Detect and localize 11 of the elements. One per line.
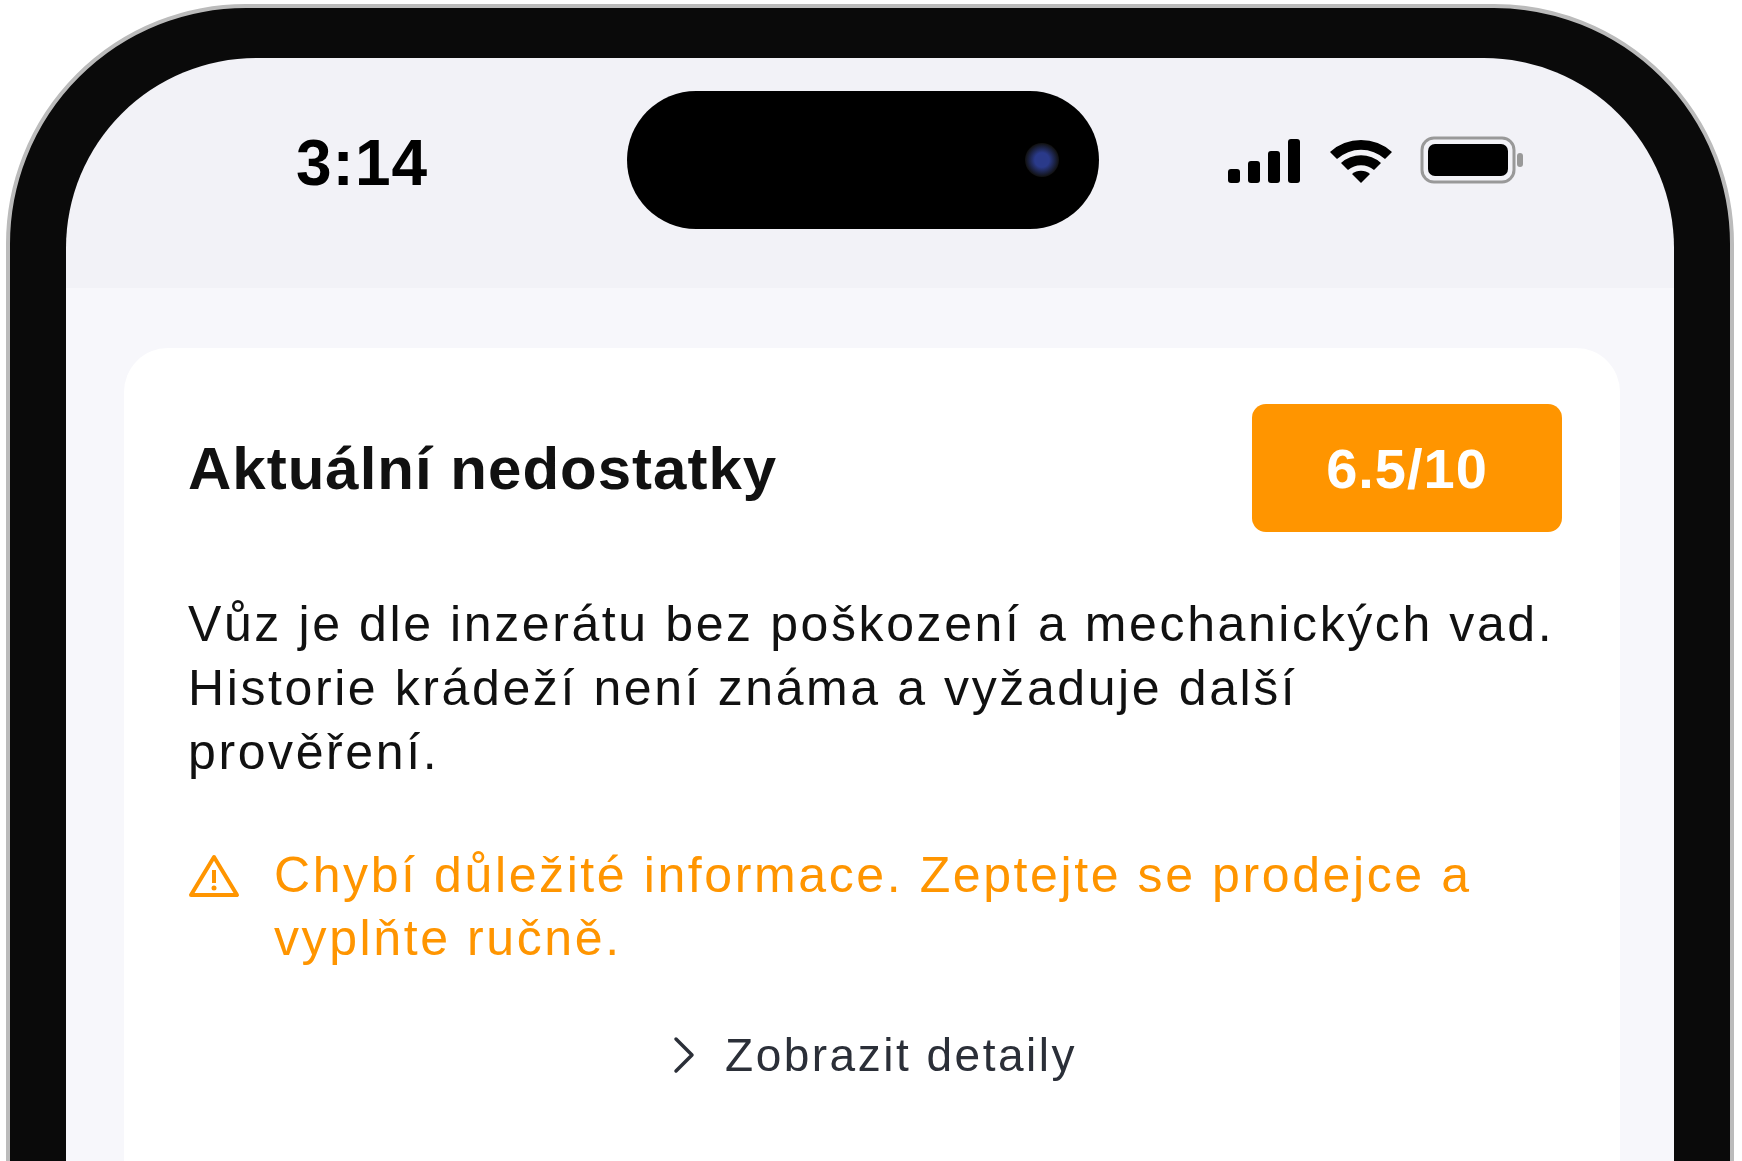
warning-text: Chybí důležité informace. Zeptejte se prodejce a vyplňte ručně.	[274, 846, 1473, 968]
signal-icon	[1228, 137, 1302, 183]
details-link[interactable]: Zobrazit detaily	[673, 1028, 1077, 1082]
warning-icon	[188, 854, 240, 898]
chevron-icon	[673, 1036, 696, 1074]
battery-icon	[1420, 136, 1524, 184]
card-title: Aktuální nedostatky	[188, 433, 778, 503]
camera-icon	[1025, 143, 1060, 177]
description-text: Vůz je dle inzerátu bez poškození a mechanických vad. Historie krádeží není známa a vyžaduje další prověření.	[188, 595, 1556, 782]
score-badge: 6.5/10	[1252, 404, 1562, 532]
status-time: 3:14	[296, 126, 429, 200]
